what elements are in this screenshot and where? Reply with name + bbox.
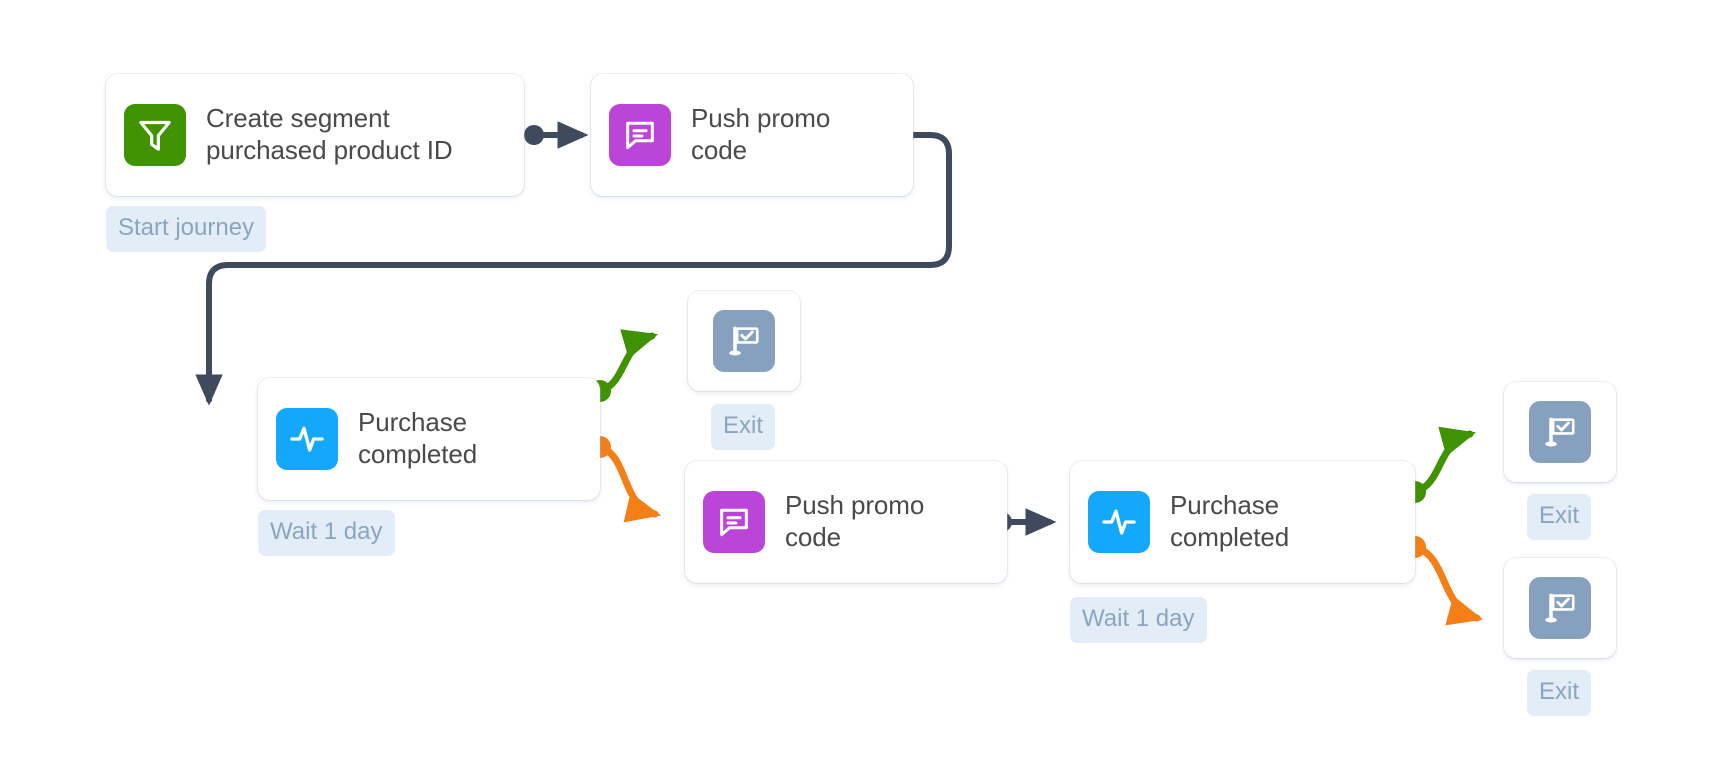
pulse-icon [1088, 491, 1150, 553]
label-wait-1-day-left: Wait 1 day [258, 510, 395, 556]
journey-canvas: Create segment purchased product ID Star… [0, 0, 1728, 760]
node-push-promo-1[interactable]: Push promo code [591, 74, 913, 196]
label-wait-1-day-right: Wait 1 day [1070, 597, 1207, 643]
pulse-icon [276, 408, 338, 470]
flag-check-icon [1529, 401, 1591, 463]
funnel-icon [124, 104, 186, 166]
node-title: Purchase completed [1170, 490, 1290, 552]
label-exit-top: Exit [711, 404, 776, 450]
label-start-journey: Start journey [106, 206, 267, 252]
node-title: Push promo code [691, 103, 831, 165]
node-push-promo-2[interactable]: Push promo code [685, 461, 1007, 583]
node-title: Create segment purchased product ID [206, 103, 453, 165]
node-title: Purchase completed [358, 407, 478, 469]
flag-check-icon [1529, 577, 1591, 639]
message-icon [609, 104, 671, 166]
node-create-segment[interactable]: Create segment purchased product ID [106, 74, 524, 196]
node-purchase-completed-2[interactable]: Purchase completed [1070, 461, 1415, 583]
node-purchase-completed-1[interactable]: Purchase completed [258, 378, 600, 500]
node-title: Push promo code [785, 490, 925, 552]
label-exit-right-lower: Exit [1527, 670, 1592, 716]
node-exit-2[interactable] [1504, 382, 1616, 482]
node-exit-3[interactable] [1504, 558, 1616, 658]
message-icon [703, 491, 765, 553]
flag-check-icon [713, 310, 775, 372]
label-exit-right-upper: Exit [1527, 494, 1592, 540]
connector-segment-to-push1 [524, 121, 589, 149]
node-exit-1[interactable] [688, 291, 800, 391]
